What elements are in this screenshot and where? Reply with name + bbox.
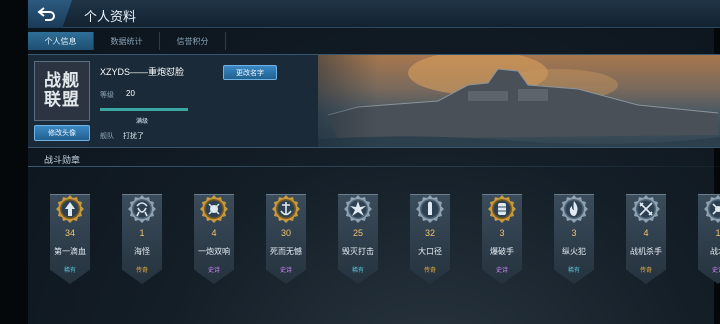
cannon-icon: [199, 194, 229, 224]
medal-card[interactable]: 1 海怪传奇: [114, 180, 170, 288]
level-label: 等级: [100, 92, 114, 99]
medal-rarity: 传奇: [423, 268, 436, 274]
medal-rarity: 稀有: [63, 268, 76, 274]
medal-name: 战术: [710, 247, 720, 256]
change-avatar-button[interactable]: 修改头像: [34, 125, 90, 141]
tab-data-stats[interactable]: 数据统计: [94, 32, 160, 50]
page-title: 个人资料: [84, 9, 137, 24]
medal-count: 4: [643, 228, 649, 238]
medal-rarity: 史诗: [207, 268, 220, 274]
tactic-icon: [703, 194, 720, 224]
medal-count: 3: [571, 228, 577, 238]
medal-card[interactable]: 4 战机杀手传奇: [618, 180, 674, 288]
arrow-up-icon: [55, 194, 85, 224]
back-button[interactable]: [28, 0, 72, 28]
change-name-button[interactable]: 更改名字: [223, 65, 277, 80]
avatar[interactable]: 战舰 联盟: [34, 61, 90, 121]
medal-rarity: 史诗: [279, 268, 292, 274]
medal-count: 3: [499, 228, 505, 238]
medal-card[interactable]: 34 第一滴血稀有: [42, 180, 98, 288]
header-bar: 个人资料: [28, 0, 720, 28]
level-value: 20: [126, 89, 135, 98]
medal-name: 爆破手: [490, 247, 514, 256]
medal-count: 32: [424, 228, 435, 238]
medal-rarity: 稀有: [351, 268, 364, 274]
section-divider: [28, 166, 720, 167]
back-arrow-icon: [37, 7, 55, 21]
medal-name: 死而无憾: [270, 247, 302, 256]
medal-card[interactable]: 3 爆破手史诗: [474, 180, 530, 288]
left-letterbox: [0, 0, 28, 324]
medal-card[interactable]: 3 纵火犯稀有: [546, 180, 602, 288]
xp-progress-bar: [100, 108, 188, 111]
avatar-text-line-1: 战舰: [44, 71, 80, 91]
medal-rarity: 传奇: [135, 268, 148, 274]
medal-card[interactable]: 30 死而无憾史诗: [258, 180, 314, 288]
medal-count: 30: [280, 228, 291, 238]
xp-progress-fill: [100, 108, 188, 111]
medal-count: 1: [139, 228, 145, 238]
medal-list: 34 第一滴血 稀有 1 海怪 传奇 4 一炮双响 史诗 30 死而无憾 史诗 25 毁灭打击 稀有 32 大口…: [42, 180, 720, 300]
medal-name: 战机杀手: [630, 247, 662, 256]
medal-count: 25: [352, 228, 363, 238]
tab-personal-info[interactable]: 个人信息: [28, 32, 94, 50]
medal-name: 第一滴血: [54, 247, 86, 256]
avatar-text-line-2: 联盟: [44, 90, 80, 110]
fleet-name: 打扰了: [123, 133, 144, 140]
medal-name: 海怪: [134, 247, 150, 256]
medal-name: 一炮双响: [198, 247, 230, 256]
medal-name: 毁灭打击: [342, 247, 374, 256]
battleship-banner-image: [318, 55, 720, 147]
medals-section-title: 战斗勋章: [44, 155, 81, 165]
tab-credit-score[interactable]: 信誉积分: [160, 32, 226, 50]
player-name: XZYDS——重炮怼脸: [100, 67, 185, 77]
fleet-label: 舰队: [100, 133, 114, 140]
medal-card[interactable]: 25 毁灭打击稀有: [330, 180, 386, 288]
xp-status-text: 满级: [136, 119, 149, 125]
shell-icon: [415, 194, 445, 224]
kraken-icon: [127, 194, 157, 224]
medal-rarity: 稀有: [567, 268, 580, 274]
anchor-icon: [271, 194, 301, 224]
medal-name: 纵火犯: [562, 247, 586, 256]
profile-panel: 战舰 联盟 修改头像 XZYDS——重炮怼脸 更改名字 等级 20 满级 舰队 …: [28, 54, 720, 148]
medal-count: 1: [715, 228, 720, 238]
medal-rarity: 史诗: [495, 268, 508, 274]
profile-screen: 个人资料 个人信息 数据统计 信誉积分 战舰 联盟 修改头像 XZYDS——重炮…: [0, 0, 720, 324]
barrel-icon: [487, 194, 517, 224]
medal-rarity: 传奇: [639, 268, 652, 274]
crossed-planes-icon: [631, 194, 661, 224]
flame-icon: [559, 194, 589, 224]
medal-rarity: 史诗: [711, 268, 720, 274]
medal-card[interactable]: 1 战术史诗: [690, 180, 720, 288]
medal-count: 4: [211, 228, 217, 238]
medal-count: 34: [64, 228, 75, 238]
medal-card[interactable]: 32 大口径传奇: [402, 180, 458, 288]
explosion-icon: [343, 194, 373, 224]
tab-bar: 个人信息 数据统计 信誉积分: [28, 32, 226, 52]
medal-name: 大口径: [418, 247, 442, 256]
medal-card[interactable]: 4 一炮双响史诗: [186, 180, 242, 288]
